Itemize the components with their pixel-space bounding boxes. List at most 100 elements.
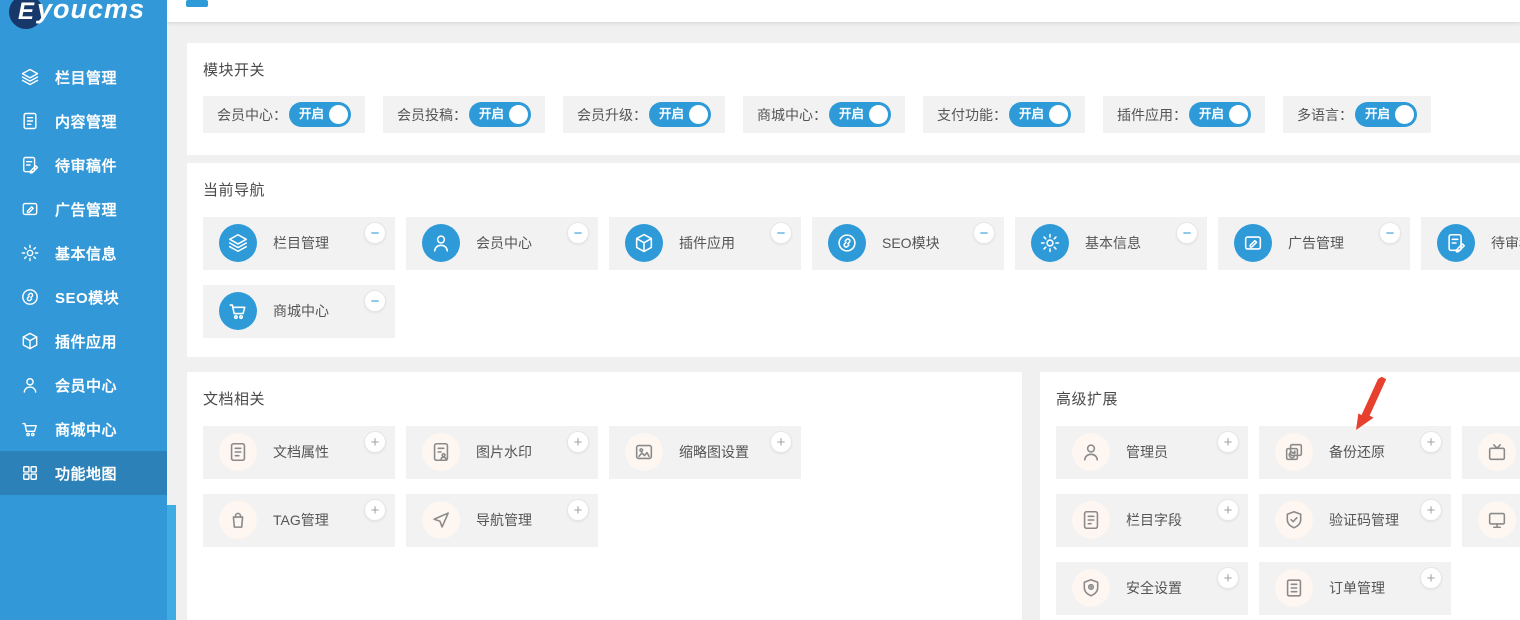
feature-card[interactable]: + (1462, 426, 1520, 479)
feature-card[interactable]: 导航管理 + (406, 494, 598, 547)
feature-card[interactable]: 订单管理 + (1259, 562, 1451, 615)
add-button[interactable]: + (1217, 499, 1239, 521)
menu-toggle-icon[interactable] (186, 0, 208, 7)
sidebar: E youcms 栏目管理 内容管理 待审稿件 广告管理 (0, 0, 167, 620)
toggle-state-label: 开启 (659, 102, 684, 127)
card-label: 待审稿件 (1491, 217, 1520, 270)
module-toggle-card: 会员中心： 开启 (203, 96, 365, 133)
sidebar-item[interactable]: 插件应用 (0, 319, 167, 363)
sidebar-item[interactable]: 基本信息 (0, 231, 167, 275)
toggle-state-label: 开启 (1365, 102, 1390, 127)
feature-card[interactable]: 安全设置 + (1056, 562, 1248, 615)
add-button[interactable]: + (1217, 431, 1239, 453)
logo-text: youcms (37, 0, 145, 25)
tv-icon (1478, 433, 1516, 471)
doc-edit-icon (1437, 224, 1475, 262)
sidebar-item[interactable]: 商城中心 (0, 407, 167, 451)
ad-icon (20, 199, 40, 219)
card-label: 验证码管理 (1329, 494, 1399, 547)
nav-card[interactable]: SEO模块 − (812, 217, 1004, 270)
nav-card[interactable]: 插件应用 − (609, 217, 801, 270)
toggle-colon: ： (273, 105, 287, 125)
sidebar-scrollbar[interactable] (167, 505, 176, 620)
add-button[interactable]: + (1420, 567, 1442, 589)
toggle-label: 会员升级 (577, 105, 633, 125)
toggle-state-label: 开启 (839, 102, 864, 127)
add-button[interactable]: + (567, 431, 589, 453)
topbar (167, 0, 1520, 22)
add-button[interactable]: + (1217, 567, 1239, 589)
advanced-ext-panel: 高级扩展 管理员 + 备份还原 + + (1040, 372, 1520, 620)
card-label: 广告管理 (1288, 217, 1344, 270)
sidebar-item[interactable]: SEO模块 (0, 275, 167, 319)
sidebar-item[interactable]: 会员中心 (0, 363, 167, 407)
add-button[interactable]: + (364, 499, 386, 521)
nav-card[interactable]: 栏目管理 − (203, 217, 395, 270)
sidebar-item[interactable]: 内容管理 (0, 99, 167, 143)
current-nav-panel: 当前导航 栏目管理 − 会员中心 − 插件应用 − (187, 163, 1520, 357)
sidebar-item[interactable]: 广告管理 (0, 187, 167, 231)
toggle-switch[interactable]: 开启 (1009, 102, 1071, 127)
nav-card[interactable]: 商城中心 − (203, 285, 395, 338)
logo[interactable]: E youcms (0, 0, 167, 35)
card-label: SEO模块 (882, 217, 940, 270)
toggle-colon: ： (1173, 105, 1187, 125)
section-title: 文档相关 (203, 388, 1022, 409)
person-icon (1072, 433, 1110, 471)
feature-card[interactable]: 备份还原 + (1259, 426, 1451, 479)
remove-button[interactable]: − (973, 222, 995, 244)
doc-card-row: 文档属性 + 图片水印 + 缩略图设置 + (203, 426, 1022, 479)
nav-card[interactable]: 基本信息 − (1015, 217, 1207, 270)
toggle-switch[interactable]: 开启 (469, 102, 531, 127)
section-title: 模块开关 (203, 59, 1520, 80)
add-button[interactable]: + (1420, 431, 1442, 453)
sidebar-item[interactable]: 栏目管理 (0, 55, 167, 99)
shield-gear-icon (1072, 569, 1110, 607)
remove-button[interactable]: − (1176, 222, 1198, 244)
add-button[interactable]: + (364, 431, 386, 453)
add-button[interactable]: + (567, 499, 589, 521)
card-label: 栏目管理 (273, 217, 329, 270)
card-label: TAG管理 (273, 494, 329, 547)
feature-card[interactable]: 栏目字段 + (1056, 494, 1248, 547)
grid-icon (20, 463, 40, 483)
nav-card-row: 商城中心 − (203, 285, 1520, 338)
remove-button[interactable]: − (364, 222, 386, 244)
feature-card[interactable]: 验证码管理 + (1259, 494, 1451, 547)
toggle-label: 支付功能 (937, 105, 993, 125)
feature-card[interactable]: 文档属性 + (203, 426, 395, 479)
remove-button[interactable]: − (770, 222, 792, 244)
nav-card[interactable]: 会员中心 − (406, 217, 598, 270)
feature-card[interactable]: + (1462, 494, 1520, 547)
feature-card[interactable]: TAG管理 + (203, 494, 395, 547)
ext-card-row: 栏目字段 + 验证码管理 + + (1056, 494, 1520, 547)
nav-card[interactable]: 待审稿件 − (1421, 217, 1520, 270)
tag-icon (219, 501, 257, 539)
ext-card-row: 安全设置 + 订单管理 + (1056, 562, 1520, 615)
sidebar-item[interactable]: 待审稿件 (0, 143, 167, 187)
remove-button[interactable]: − (567, 222, 589, 244)
card-label: 文档属性 (273, 426, 329, 479)
order-icon (1275, 569, 1313, 607)
nav-card[interactable]: 广告管理 − (1218, 217, 1410, 270)
remove-button[interactable]: − (364, 290, 386, 312)
toggle-state-label: 开启 (299, 102, 324, 127)
toggle-label: 会员投稿 (397, 105, 453, 125)
feature-card[interactable]: 图片水印 + (406, 426, 598, 479)
toggle-switch[interactable]: 开启 (649, 102, 711, 127)
toggle-switch[interactable]: 开启 (1355, 102, 1417, 127)
module-toggle-card: 插件应用： 开启 (1103, 96, 1265, 133)
card-label: 备份还原 (1329, 426, 1385, 479)
toggle-switch[interactable]: 开启 (829, 102, 891, 127)
remove-button[interactable]: − (1379, 222, 1401, 244)
feature-card[interactable]: 缩略图设置 + (609, 426, 801, 479)
toggle-switch[interactable]: 开启 (289, 102, 351, 127)
add-button[interactable]: + (1420, 499, 1442, 521)
doc-edit-icon (20, 155, 40, 175)
image-icon (625, 433, 663, 471)
feature-card[interactable]: 管理员 + (1056, 426, 1248, 479)
document-icon (20, 111, 40, 131)
sidebar-item[interactable]: 功能地图 (0, 451, 167, 495)
add-button[interactable]: + (770, 431, 792, 453)
toggle-switch[interactable]: 开启 (1189, 102, 1251, 127)
